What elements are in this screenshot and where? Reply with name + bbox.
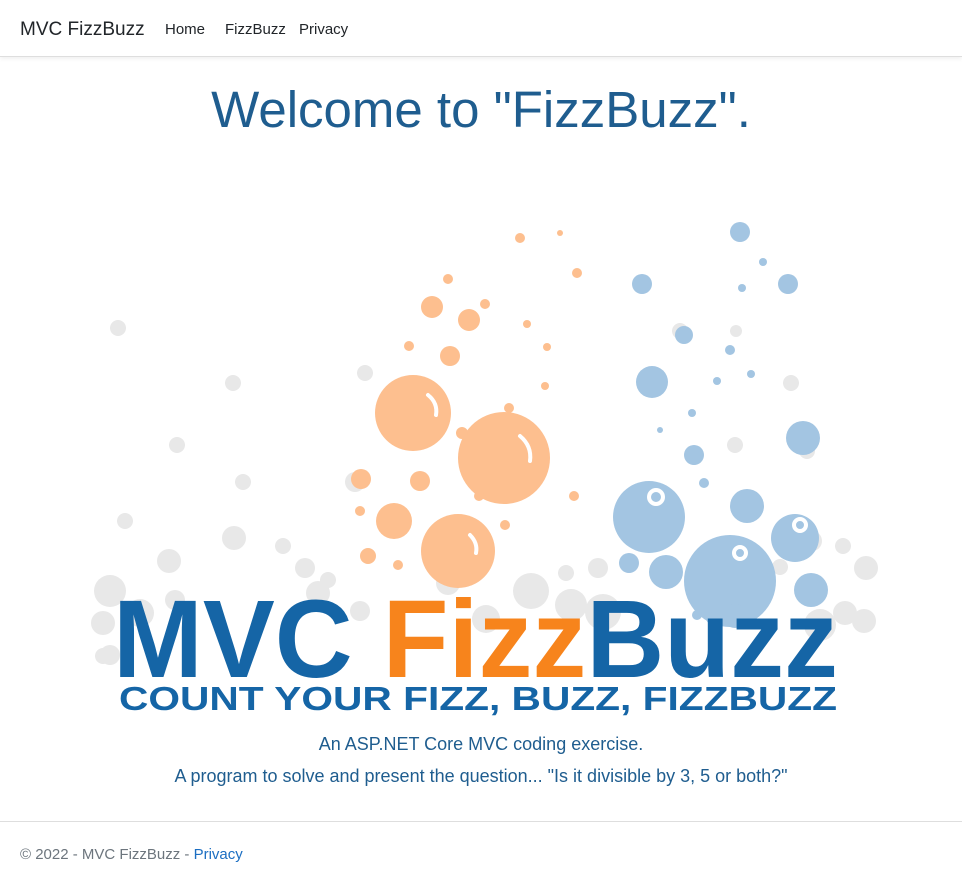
page-title: Welcome to "FizzBuzz". xyxy=(211,81,751,138)
top-navbar: MVC FizzBuzz Home FizzBuzz Privacy xyxy=(0,0,962,57)
footer-copyright: © 2022 - MVC FizzBuzz - xyxy=(20,846,194,863)
brand-link[interactable]: MVC FizzBuzz xyxy=(20,19,145,41)
intro-line-2: A program to solve and present the quest… xyxy=(174,766,788,786)
intro-line-1: An ASP.NET Core MVC coding exercise. xyxy=(318,734,644,754)
footer-privacy-link[interactable]: Privacy xyxy=(194,846,243,863)
blue-bubbles xyxy=(613,222,828,628)
nav-home-link[interactable]: Home xyxy=(165,21,205,38)
page-footer: © 2022 - MVC FizzBuzz - Privacy xyxy=(0,821,962,878)
nav-privacy-link[interactable]: Privacy xyxy=(299,21,348,38)
logo-tagline: COUNT YOUR FIZZ, BUZZ, FIZZBUZZ xyxy=(119,680,837,717)
footer-text: © 2022 - MVC FizzBuzz - Privacy xyxy=(20,846,243,863)
fizzbuzz-logo-image: MVC FizzBuzz COUNT YOUR FIZZ, BUZZ, FIZZ… xyxy=(91,222,878,717)
orange-bubbles xyxy=(351,230,582,588)
nav-fizzbuzz-link[interactable]: FizzBuzz xyxy=(225,21,286,38)
